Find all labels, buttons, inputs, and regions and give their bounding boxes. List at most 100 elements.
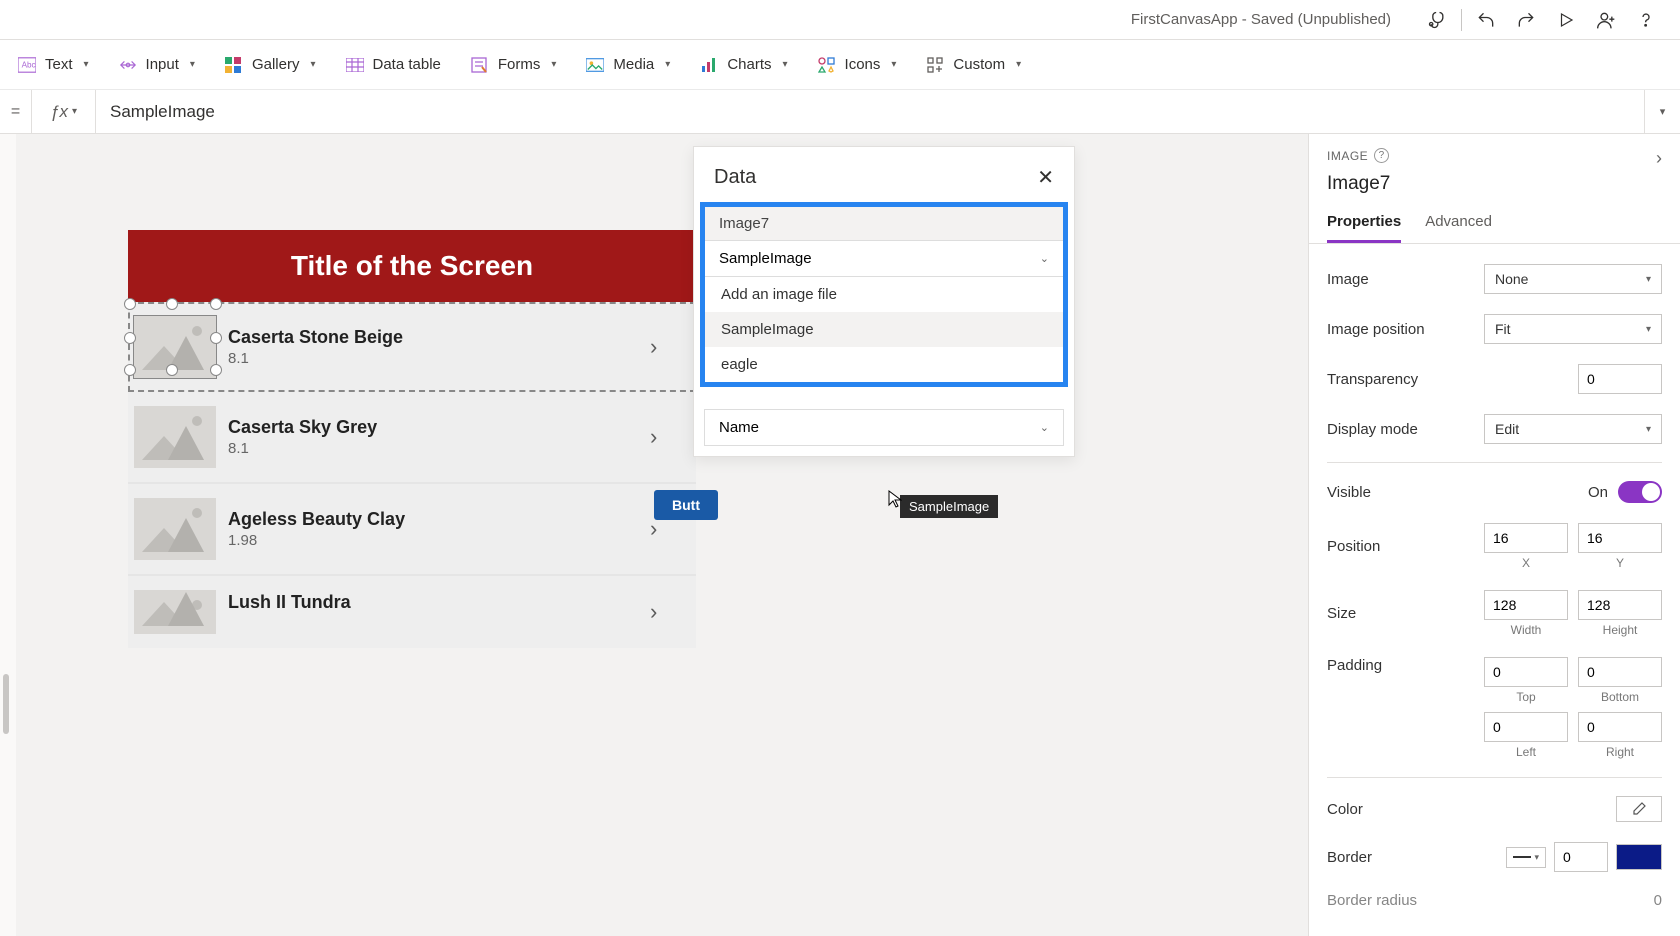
prop-transparency-input[interactable] bbox=[1578, 364, 1662, 394]
ribbon-gallery[interactable]: Gallery▾ bbox=[225, 56, 316, 74]
svg-text:Abc: Abc bbox=[22, 60, 36, 69]
help-icon[interactable] bbox=[1626, 0, 1666, 40]
gallery-item[interactable]: Lush II Tundra2.79 › bbox=[128, 576, 696, 648]
forms-icon bbox=[471, 56, 489, 74]
text-icon: Abc bbox=[18, 56, 36, 74]
prop-pad-right[interactable] bbox=[1578, 712, 1662, 742]
prop-pos-x[interactable] bbox=[1484, 523, 1568, 553]
item-name: Ageless Beauty Clay bbox=[228, 509, 650, 530]
item-name: Caserta Sky Grey bbox=[228, 417, 650, 438]
formula-input[interactable] bbox=[96, 90, 1644, 133]
prop-color-label: Color bbox=[1327, 801, 1616, 818]
equals-label: = bbox=[0, 90, 32, 133]
prop-border-width[interactable] bbox=[1554, 842, 1608, 872]
chevron-down-icon: ▾ bbox=[783, 59, 788, 70]
ribbon-icons[interactable]: Icons▾ bbox=[818, 56, 897, 74]
prop-border-color[interactable] bbox=[1616, 844, 1662, 870]
ribbon-text[interactable]: Abc Text▾ bbox=[18, 56, 89, 74]
close-icon[interactable]: ✕ bbox=[1037, 165, 1054, 190]
prop-pad-bottom[interactable] bbox=[1578, 657, 1662, 687]
prop-border-style[interactable]: ▾ bbox=[1506, 847, 1546, 868]
panel-expand-icon[interactable]: › bbox=[1656, 148, 1662, 169]
chevron-down-icon: ▾ bbox=[891, 59, 896, 70]
chevron-down-icon: ▾ bbox=[551, 59, 556, 70]
data-highlight-box: Image7 SampleImage⌄ Add an image file Sa… bbox=[700, 202, 1068, 387]
icons-icon bbox=[818, 56, 836, 74]
control-name: Image7 bbox=[1309, 173, 1680, 205]
ribbon-media[interactable]: Media▾ bbox=[586, 56, 670, 74]
prop-displaymode-label: Display mode bbox=[1327, 421, 1484, 438]
chevron-down-icon: ▾ bbox=[310, 59, 315, 70]
chevron-right-icon[interactable]: › bbox=[650, 424, 678, 450]
prop-pos-y[interactable] bbox=[1578, 523, 1662, 553]
prop-image-label: Image bbox=[1327, 271, 1484, 288]
app-title: FirstCanvasApp - Saved (Unpublished) bbox=[1131, 11, 1391, 28]
data-option-sample[interactable]: SampleImage bbox=[705, 312, 1063, 347]
prop-pad-left[interactable] bbox=[1484, 712, 1568, 742]
image-placeholder-icon bbox=[134, 406, 216, 468]
prop-size-w[interactable] bbox=[1484, 590, 1568, 620]
health-icon[interactable] bbox=[1417, 0, 1457, 40]
data-panel: Data ✕ Image7 SampleImage⌄ Add an image … bbox=[693, 146, 1075, 457]
item-sub: 1.98 bbox=[228, 532, 650, 549]
prop-pad-top[interactable] bbox=[1484, 657, 1568, 687]
ribbon-charts[interactable]: Charts▾ bbox=[700, 56, 787, 74]
canvas-area[interactable]: Title of the Screen Caserta Stone Beige … bbox=[16, 134, 1308, 936]
canvas-screen[interactable]: Title of the Screen Caserta Stone Beige … bbox=[128, 230, 696, 648]
prop-imagepos-label: Image position bbox=[1327, 321, 1484, 338]
help-icon[interactable]: ? bbox=[1374, 148, 1389, 163]
ribbon: Abc Text▾ Input▾ Gallery▾ Data table For… bbox=[0, 40, 1680, 90]
custom-icon bbox=[926, 56, 944, 74]
chevron-right-icon[interactable]: › bbox=[650, 599, 678, 625]
prop-displaymode-select[interactable]: Edit▾ bbox=[1484, 414, 1662, 444]
formula-bar: = ƒx▾ ▾ bbox=[0, 90, 1680, 134]
canvas-button[interactable]: Butt bbox=[654, 490, 718, 520]
ribbon-custom[interactable]: Custom▾ bbox=[926, 56, 1021, 74]
formula-expand-icon[interactable]: ▾ bbox=[1644, 90, 1680, 133]
gallery-item-selected[interactable]: Caserta Stone Beige 8.1 › bbox=[128, 302, 696, 392]
fx-dropdown[interactable]: ƒx▾ bbox=[32, 90, 96, 133]
data-image-select[interactable]: SampleImage⌄ bbox=[705, 240, 1063, 277]
tab-advanced[interactable]: Advanced bbox=[1425, 205, 1492, 243]
data-name-select[interactable]: Name⌄ bbox=[704, 409, 1064, 446]
ribbon-forms[interactable]: Forms▾ bbox=[471, 56, 557, 74]
ribbon-input[interactable]: Input▾ bbox=[119, 56, 195, 74]
undo-icon[interactable] bbox=[1466, 0, 1506, 40]
prop-transparency-label: Transparency bbox=[1327, 371, 1578, 388]
chevron-down-icon: ▾ bbox=[84, 59, 89, 70]
tabs: Properties Advanced bbox=[1309, 205, 1680, 244]
gallery-item[interactable]: Ageless Beauty Clay1.98 › bbox=[128, 484, 696, 576]
separator bbox=[1461, 9, 1462, 31]
control-type-label: IMAGE? bbox=[1327, 148, 1389, 163]
charts-icon bbox=[700, 56, 718, 74]
chevron-right-icon[interactable]: › bbox=[650, 334, 678, 360]
prop-visible-toggle[interactable]: On bbox=[1588, 481, 1662, 503]
chevron-down-icon: ▾ bbox=[1016, 59, 1021, 70]
rail-handle[interactable] bbox=[3, 674, 9, 734]
prop-borderradius-label: Border radius bbox=[1327, 892, 1654, 909]
data-panel-title: Data bbox=[714, 166, 756, 189]
prop-image-select[interactable]: None▾ bbox=[1484, 264, 1662, 294]
gallery-item[interactable]: Caserta Sky Grey 8.1 › bbox=[128, 392, 696, 484]
item-sub: 8.1 bbox=[228, 350, 650, 367]
prop-position-label: Position bbox=[1327, 538, 1484, 555]
tab-properties[interactable]: Properties bbox=[1327, 205, 1401, 243]
data-option-add[interactable]: Add an image file bbox=[705, 277, 1063, 312]
media-icon bbox=[586, 56, 604, 74]
play-icon[interactable] bbox=[1546, 0, 1586, 40]
prop-color-swatch[interactable] bbox=[1616, 796, 1662, 822]
titlebar: FirstCanvasApp - Saved (Unpublished) bbox=[0, 0, 1680, 40]
chevron-down-icon: ▾ bbox=[665, 59, 670, 70]
prop-imagepos-select[interactable]: Fit▾ bbox=[1484, 314, 1662, 344]
prop-size-h[interactable] bbox=[1578, 590, 1662, 620]
ribbon-datatable[interactable]: Data table bbox=[346, 56, 441, 74]
item-name: Caserta Stone Beige bbox=[228, 327, 650, 348]
redo-icon[interactable] bbox=[1506, 0, 1546, 40]
prop-padding-label: Padding bbox=[1327, 657, 1484, 674]
data-option-eagle[interactable]: eagle bbox=[705, 347, 1063, 382]
screen-title: Title of the Screen bbox=[128, 230, 696, 302]
share-icon[interactable] bbox=[1586, 0, 1626, 40]
left-rail[interactable] bbox=[0, 134, 16, 936]
item-name: Lush II Tundra bbox=[228, 592, 650, 613]
item-sub: 8.1 bbox=[228, 440, 650, 457]
